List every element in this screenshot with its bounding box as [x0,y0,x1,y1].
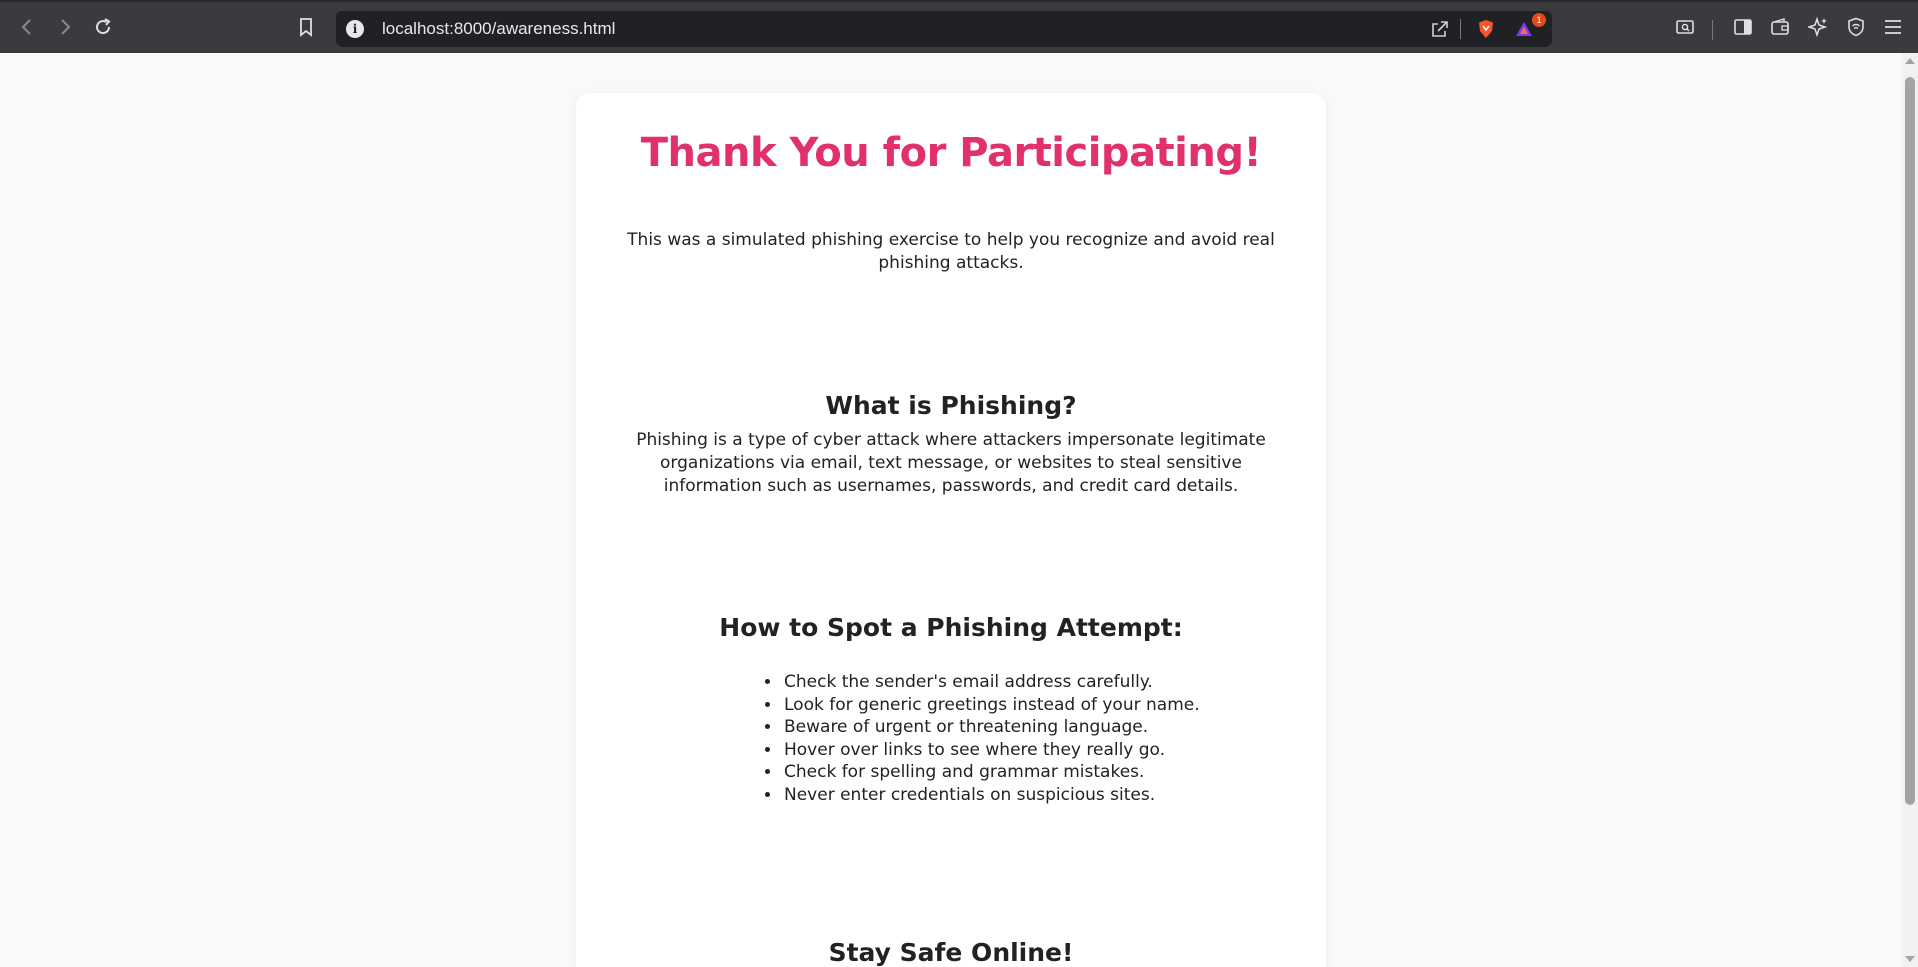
page-title: Thank You for Participating! [640,130,1262,176]
list-item: Check the sender's email address careful… [782,671,1200,694]
vpn-icon[interactable] [1843,14,1869,40]
scroll-down-icon[interactable] [1905,956,1915,962]
reload-icon[interactable] [90,14,116,40]
what-is-phishing-text: Phishing is a type of cyber attack where… [636,430,1266,496]
list-item: Look for generic greetings instead of yo… [782,694,1200,717]
address-bar[interactable]: i localhost:8000/awareness.html [336,11,1552,47]
list-item: Check for spelling and grammar mistakes. [782,761,1200,784]
list-item: Beware of urgent or threatening language… [782,716,1200,739]
bookmark-icon[interactable] [293,14,319,40]
url-text[interactable]: localhost:8000/awareness.html [382,19,615,39]
awareness-card: Thank You for Participating! This was a … [576,93,1326,967]
what-is-phishing-heading: What is Phishing? [825,391,1077,420]
wallet-icon[interactable] [1767,14,1793,40]
page-viewport: Thank You for Participating! This was a … [0,53,1902,967]
scrollbar-thumb[interactable] [1905,77,1915,805]
share-icon[interactable] [1428,18,1452,40]
stay-safe-heading: Stay Safe Online! [828,938,1074,967]
info-icon[interactable]: i [346,20,364,38]
browser-toolbar: i localhost:8000/awareness.html 1 [0,0,1918,53]
tips-list: Check the sender's email address careful… [762,671,1200,807]
rewards-badge: 1 [1532,13,1546,27]
vertical-scrollbar[interactable] [1902,53,1918,967]
leo-ai-icon[interactable] [1805,14,1831,40]
list-item: Never enter credentials on suspicious si… [782,784,1200,807]
forward-icon[interactable] [52,14,78,40]
scroll-up-icon[interactable] [1905,58,1915,64]
menu-icon[interactable] [1880,14,1906,40]
list-item: Hover over links to see where they reall… [782,739,1200,762]
sidebar-icon[interactable] [1730,14,1756,40]
reader-mode-icon[interactable] [1672,14,1698,40]
intro-text: This was a simulated phishing exercise t… [627,230,1275,273]
spot-phishing-heading: How to Spot a Phishing Attempt: [719,613,1183,642]
brave-shields-icon[interactable] [1474,18,1498,40]
back-icon[interactable] [14,14,40,40]
